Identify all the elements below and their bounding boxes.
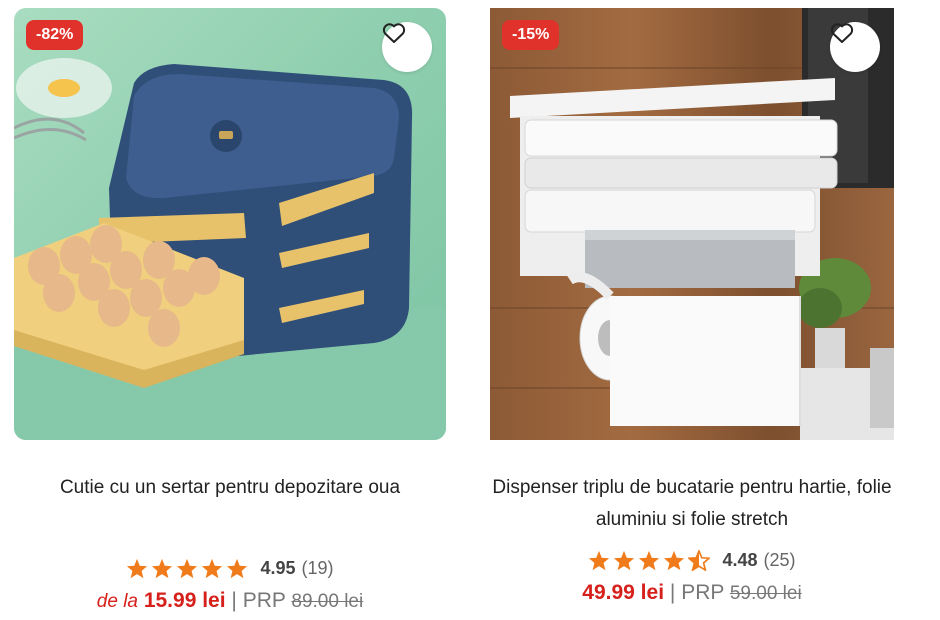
star-icon — [127, 558, 148, 579]
kitchen-dispenser-image — [490, 8, 894, 440]
current-price: 49.99 lei — [582, 581, 665, 604]
star-half-icon — [688, 550, 711, 571]
product-rating: 4.95 (19) — [14, 558, 446, 579]
current-price: 15.99 lei — [143, 589, 226, 612]
price-separator: | — [231, 589, 237, 612]
star-icon — [639, 550, 660, 571]
old-price: 59.00 lei — [729, 583, 802, 604]
product-title[interactable]: Dispenser triplu de bucatarie pentru har… — [490, 472, 894, 536]
prp-label: PRP — [242, 589, 286, 612]
product-card[interactable]: -15% Dispenser triplu de bucatarie pentr… — [490, 8, 894, 605]
product-rating: 4.48 (25) — [490, 550, 894, 571]
product-title[interactable]: Cutie cu un sertar pentru depozitare oua — [14, 472, 446, 536]
egg-storage-box-image — [14, 58, 446, 440]
star-icon — [614, 550, 635, 571]
rating-stars — [588, 550, 711, 571]
old-price: 89.00 lei — [291, 591, 364, 612]
product-card[interactable]: -82% Cutie cu un sertar pentru depozitar… — [14, 8, 446, 613]
discount-badge: -82% — [26, 20, 84, 50]
rating-score: 4.48 — [722, 550, 758, 570]
price-row: de la 15.99 lei | PRP 89.00 lei — [14, 589, 446, 613]
star-icon — [152, 558, 173, 579]
price-separator: | — [669, 581, 676, 604]
star-icon — [177, 558, 198, 579]
heart-outline-icon — [830, 23, 854, 43]
star-icon — [664, 550, 685, 571]
price-row: 49.99 lei | PRP 59.00 lei — [490, 581, 894, 605]
product-image[interactable]: -15% — [490, 8, 894, 440]
star-icon — [589, 550, 610, 571]
rating-score: 4.95 — [260, 558, 296, 578]
favorite-button[interactable] — [382, 22, 432, 72]
review-count: (19) — [301, 558, 334, 578]
rating-stars — [126, 558, 248, 579]
star-icon — [227, 558, 248, 579]
product-image[interactable]: -82% — [14, 8, 446, 440]
favorite-button[interactable] — [830, 22, 880, 72]
star-icon — [202, 558, 223, 579]
discount-badge: -15% — [502, 20, 560, 50]
heart-outline-icon — [382, 23, 406, 43]
review-count: (25) — [763, 550, 796, 570]
price-prefix: de la — [96, 591, 138, 612]
prp-label: PRP — [681, 581, 724, 604]
